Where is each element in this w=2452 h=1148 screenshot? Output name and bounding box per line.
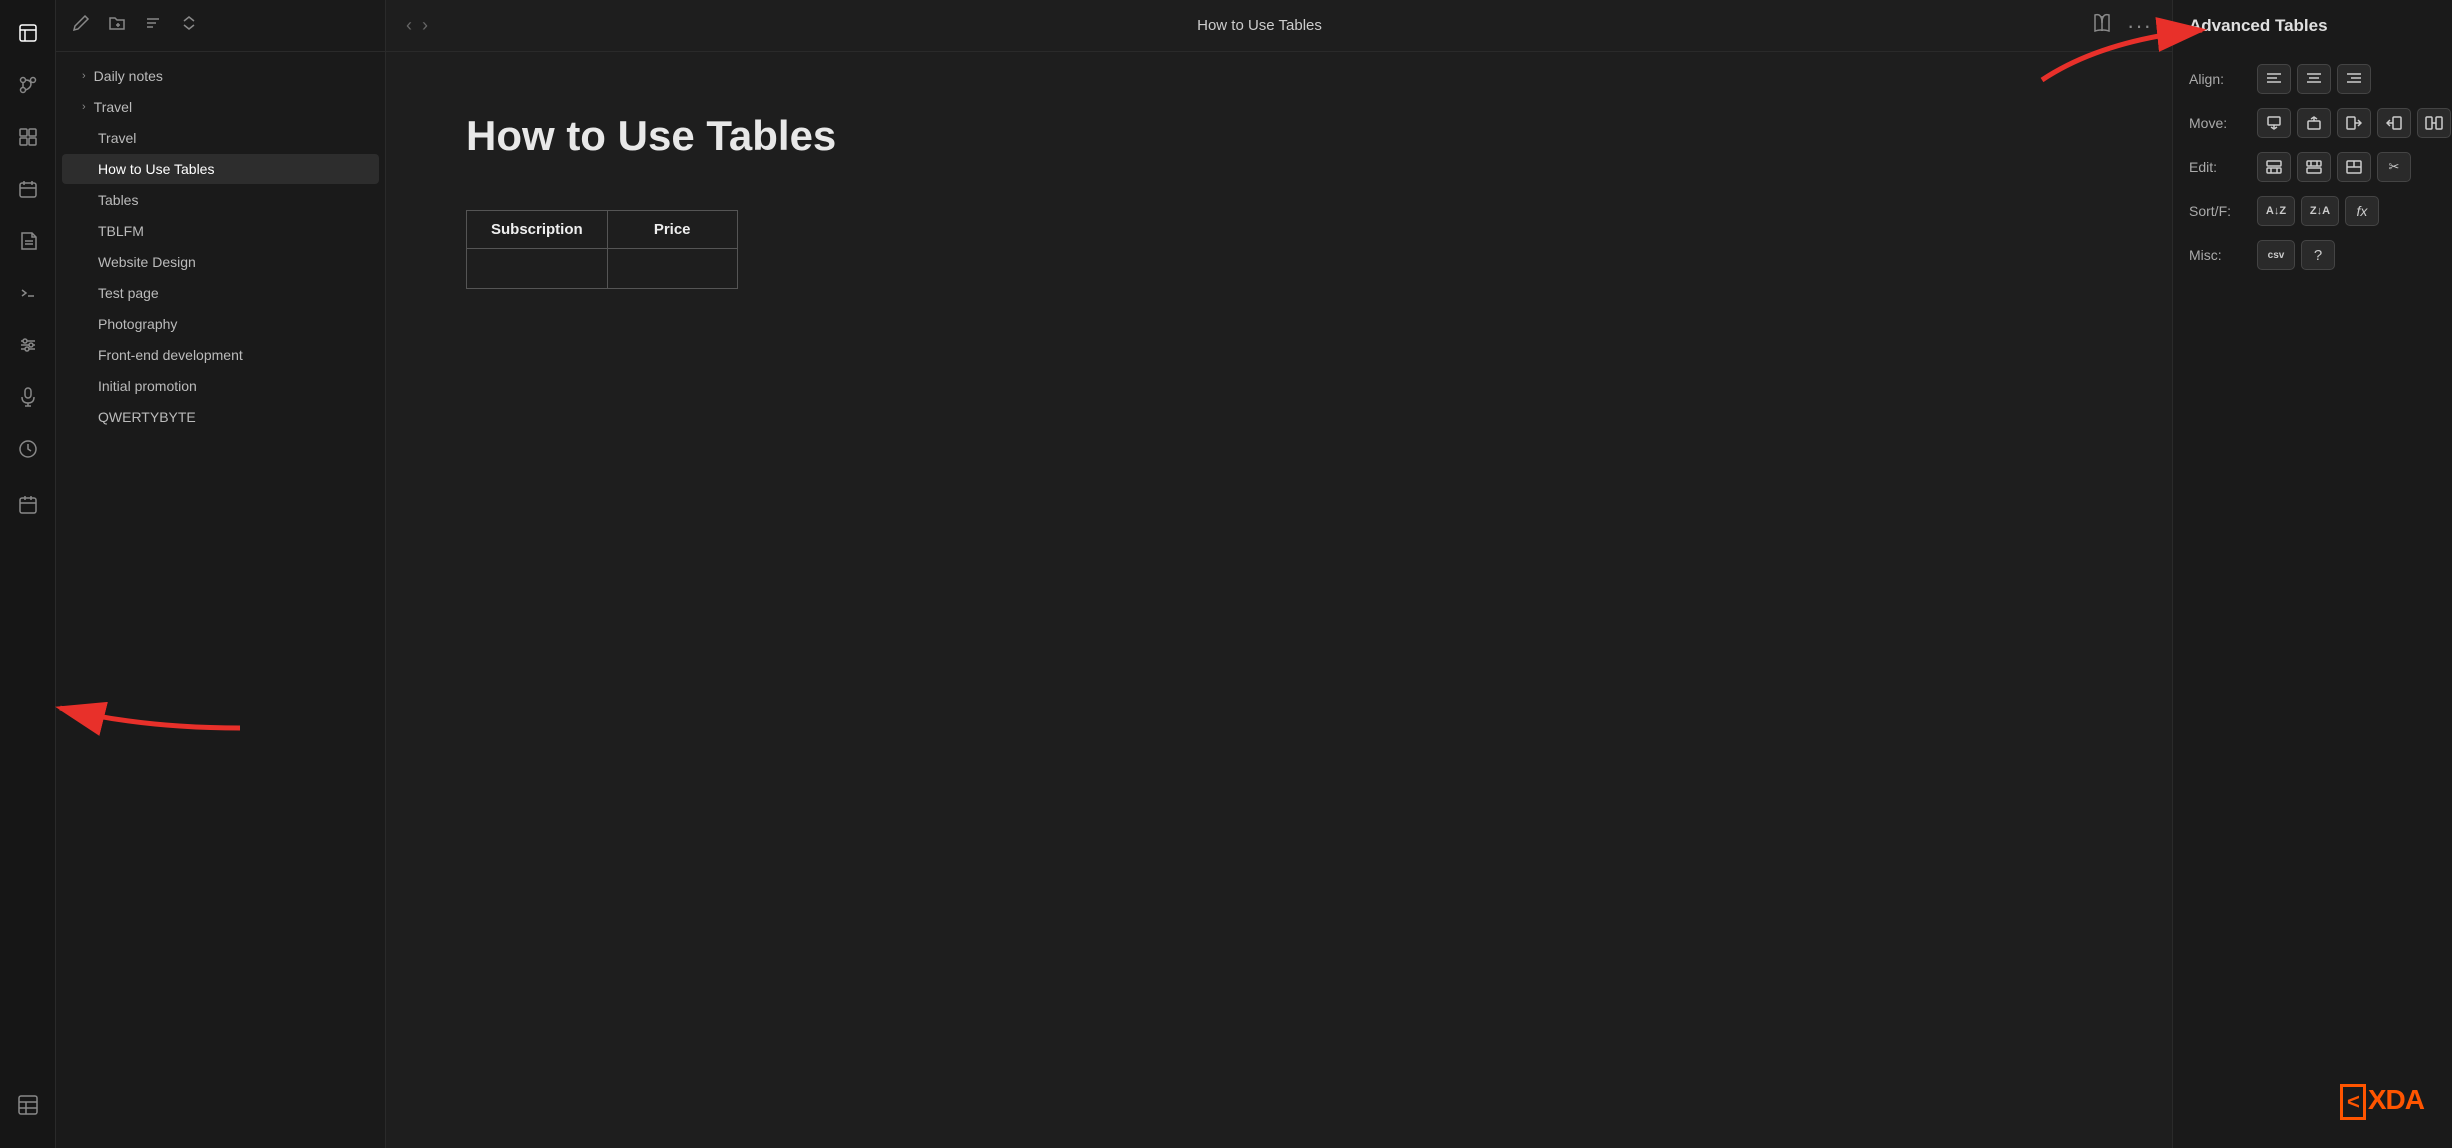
sidebar-item-initial-promotion[interactable]: Initial promotion: [62, 371, 379, 401]
back-button[interactable]: ‹: [406, 15, 412, 36]
align-right-button[interactable]: [2337, 64, 2371, 94]
table-header-subscription: Subscription: [467, 211, 608, 249]
misc-buttons: csv ?: [2257, 240, 2335, 270]
sidebar-item-qwertybyte[interactable]: QWERTYBYTE: [62, 402, 379, 432]
git-branch-icon[interactable]: [13, 70, 43, 100]
files-icon[interactable]: [13, 226, 43, 256]
sidebar-item-daily-notes[interactable]: › Daily notes: [62, 61, 379, 91]
sort-row: Sort/F: A↓Z Z↓A fx: [2189, 196, 2436, 226]
layers-icon[interactable]: [13, 18, 43, 48]
sidebar-item-test-page[interactable]: Test page: [62, 278, 379, 308]
sort-za-button[interactable]: Z↓A: [2301, 196, 2339, 226]
more-options-icon[interactable]: ···: [2127, 13, 2152, 39]
edit-row: Edit:: [2189, 152, 2436, 182]
move-buttons: [2257, 108, 2451, 138]
sort-az-button[interactable]: A↓Z: [2257, 196, 2295, 226]
sidebar-item-how-to-use-tables[interactable]: How to Use Tables: [62, 154, 379, 184]
help-button[interactable]: ?: [2301, 240, 2335, 270]
sidebar-nav: › Daily notes › Travel Travel How to Use…: [56, 52, 385, 1148]
sidebar-item-frontend[interactable]: Front-end development: [62, 340, 379, 370]
sidebar-item-travel[interactable]: Travel: [62, 123, 379, 153]
edit-icon[interactable]: [72, 14, 90, 37]
main-header: ‹ › How to Use Tables ···: [386, 0, 2172, 52]
edit-buttons: ✂: [2257, 152, 2411, 182]
sidebar-item-photography[interactable]: Photography: [62, 309, 379, 339]
table-cell-subscription[interactable]: [467, 249, 608, 289]
move-label: Move:: [2189, 115, 2247, 131]
sliders-icon[interactable]: [13, 330, 43, 360]
table-row: [467, 249, 738, 289]
chevron-right-icon: ›: [82, 101, 86, 113]
sort-label: Sort/F:: [2189, 203, 2247, 219]
delete-row-button[interactable]: [2297, 152, 2331, 182]
insert-row-button[interactable]: [2257, 152, 2291, 182]
move-swap-button[interactable]: [2417, 108, 2451, 138]
table-header-price: Price: [607, 211, 737, 249]
chevron-right-icon: ›: [82, 70, 86, 82]
main-content: How to Use Tables Subscription Price: [386, 52, 2172, 1148]
calendar2-icon[interactable]: [13, 490, 43, 520]
align-row: Align:: [2189, 64, 2436, 94]
right-panel: Advanced Tables Align:: [2172, 0, 2452, 1148]
formula-button[interactable]: fx: [2345, 196, 2379, 226]
csv-button[interactable]: csv: [2257, 240, 2295, 270]
align-left-button[interactable]: [2257, 64, 2291, 94]
align-buttons: [2257, 64, 2371, 94]
header-actions: ···: [2091, 12, 2152, 39]
move-col-right-button[interactable]: [2337, 108, 2371, 138]
header-nav: ‹ ›: [406, 15, 428, 36]
clock-icon[interactable]: [13, 434, 43, 464]
misc-row: Misc: csv ?: [2189, 240, 2436, 270]
main-area: ‹ › How to Use Tables ··· How to Use Tab…: [386, 0, 2172, 1148]
sidebar-item-tblfm[interactable]: TBLFM: [62, 216, 379, 246]
document-title: How to Use Tables: [428, 17, 2091, 34]
plugin-table-icon[interactable]: [13, 1090, 43, 1120]
cut-button[interactable]: ✂: [2377, 152, 2411, 182]
mic-icon[interactable]: [13, 382, 43, 412]
grid-icon[interactable]: [13, 122, 43, 152]
new-folder-icon[interactable]: [108, 14, 126, 37]
align-label: Align:: [2189, 71, 2247, 87]
move-down-button[interactable]: [2257, 108, 2291, 138]
page-title: How to Use Tables: [466, 112, 2092, 160]
sidebar-toolbar: [56, 0, 385, 52]
sort-icon[interactable]: [144, 14, 162, 37]
panel-title: Advanced Tables: [2189, 16, 2436, 46]
sidebar-item-tables[interactable]: Tables: [62, 185, 379, 215]
terminal-icon[interactable]: [13, 278, 43, 308]
expand-collapse-icon[interactable]: [180, 14, 198, 37]
move-up-button[interactable]: [2297, 108, 2331, 138]
sidebar-item-website-design[interactable]: Website Design: [62, 247, 379, 277]
merge-cells-button[interactable]: [2337, 152, 2371, 182]
align-center-button[interactable]: [2297, 64, 2331, 94]
book-icon[interactable]: [2091, 12, 2113, 39]
table-cell-price[interactable]: [607, 249, 737, 289]
move-row: Move:: [2189, 108, 2436, 138]
calendar-small-icon[interactable]: [13, 174, 43, 204]
icon-bar: [0, 0, 56, 1148]
sidebar: › Daily notes › Travel Travel How to Use…: [56, 0, 386, 1148]
move-col-left-button[interactable]: [2377, 108, 2411, 138]
misc-label: Misc:: [2189, 247, 2247, 263]
sidebar-item-travel-group[interactable]: › Travel: [62, 92, 379, 122]
demo-table: Subscription Price: [466, 210, 738, 289]
sort-buttons: A↓Z Z↓A fx: [2257, 196, 2379, 226]
edit-label: Edit:: [2189, 159, 2247, 175]
